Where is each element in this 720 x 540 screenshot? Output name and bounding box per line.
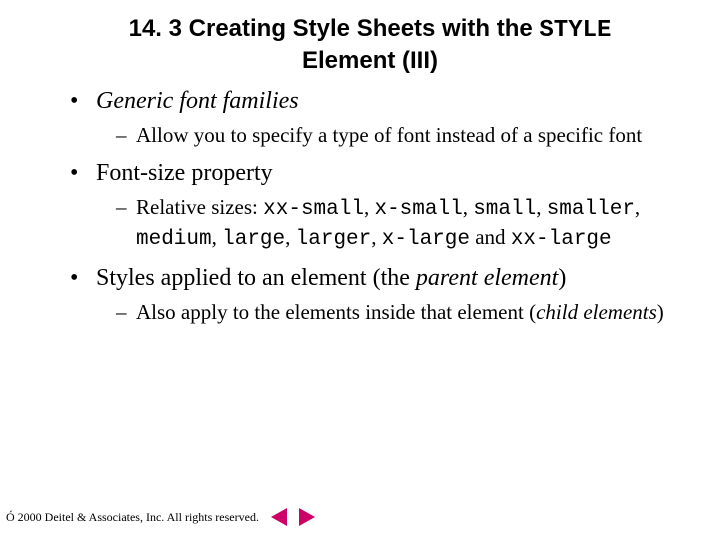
code-medium: medium (136, 228, 212, 251)
sublist-3: Also apply to the elements inside that e… (96, 299, 690, 325)
title-mono: STYLE (539, 17, 611, 44)
code-smaller: smaller (547, 198, 635, 221)
title-prefix: 14. 3 Creating Style Sheets with the (129, 15, 540, 42)
sub-3-1-lead: Also apply to the elements inside that e… (136, 300, 536, 324)
sub-bullet-2-1: Relative sizes: xx-small, x-small, small… (116, 194, 690, 253)
code-small: small (473, 198, 536, 221)
code-x-small: x-small (374, 198, 462, 221)
slide-footer: Ó 2000 Deitel & Associates, Inc. All rig… (6, 508, 315, 526)
bullet-font-size-property: Font-size property Relative sizes: xx-sm… (70, 158, 690, 253)
code-xx-large: xx-large (511, 228, 612, 251)
slide-content: 14. 3 Creating Style Sheets with the STY… (0, 0, 720, 325)
slide-title: 14. 3 Creating Style Sheets with the STY… (30, 14, 690, 86)
bullet-parent-element: Styles applied to an element (the parent… (70, 263, 690, 325)
prev-slide-button[interactable] (271, 508, 287, 526)
code-large: large (222, 228, 285, 251)
code-larger: larger (296, 228, 372, 251)
sublist-1: Allow you to specify a type of font inst… (96, 122, 690, 148)
bullet-3-italic: parent element (416, 265, 558, 291)
code-x-large: x-large (382, 228, 470, 251)
title-suffix: Element (III) (302, 47, 438, 74)
sub-bullet-3-1: Also apply to the elements inside that e… (116, 299, 690, 325)
bullet-3-lead: Styles applied to an element (the (96, 265, 416, 291)
sub-3-1-italic: child elements (536, 300, 657, 324)
bullet-generic-font-families: Generic font families Allow you to speci… (70, 86, 690, 148)
bullet-2-text: Font-size property (96, 160, 273, 186)
code-xx-small: xx-small (263, 198, 364, 221)
copyright-text: Ó 2000 Deitel & Associates, Inc. All rig… (6, 510, 259, 525)
bullet-1-text: Generic font families (96, 88, 299, 114)
next-slide-button[interactable] (299, 508, 315, 526)
sub-3-1-tail: ) (657, 300, 664, 324)
sub-bullet-1-1: Allow you to specify a type of font inst… (116, 122, 690, 148)
bullet-list: Generic font families Allow you to speci… (30, 86, 690, 325)
bullet-3-tail: ) (558, 265, 566, 291)
sublist-2: Relative sizes: xx-small, x-small, small… (96, 194, 690, 253)
sub-2-1-lead: Relative sizes: (136, 195, 263, 219)
